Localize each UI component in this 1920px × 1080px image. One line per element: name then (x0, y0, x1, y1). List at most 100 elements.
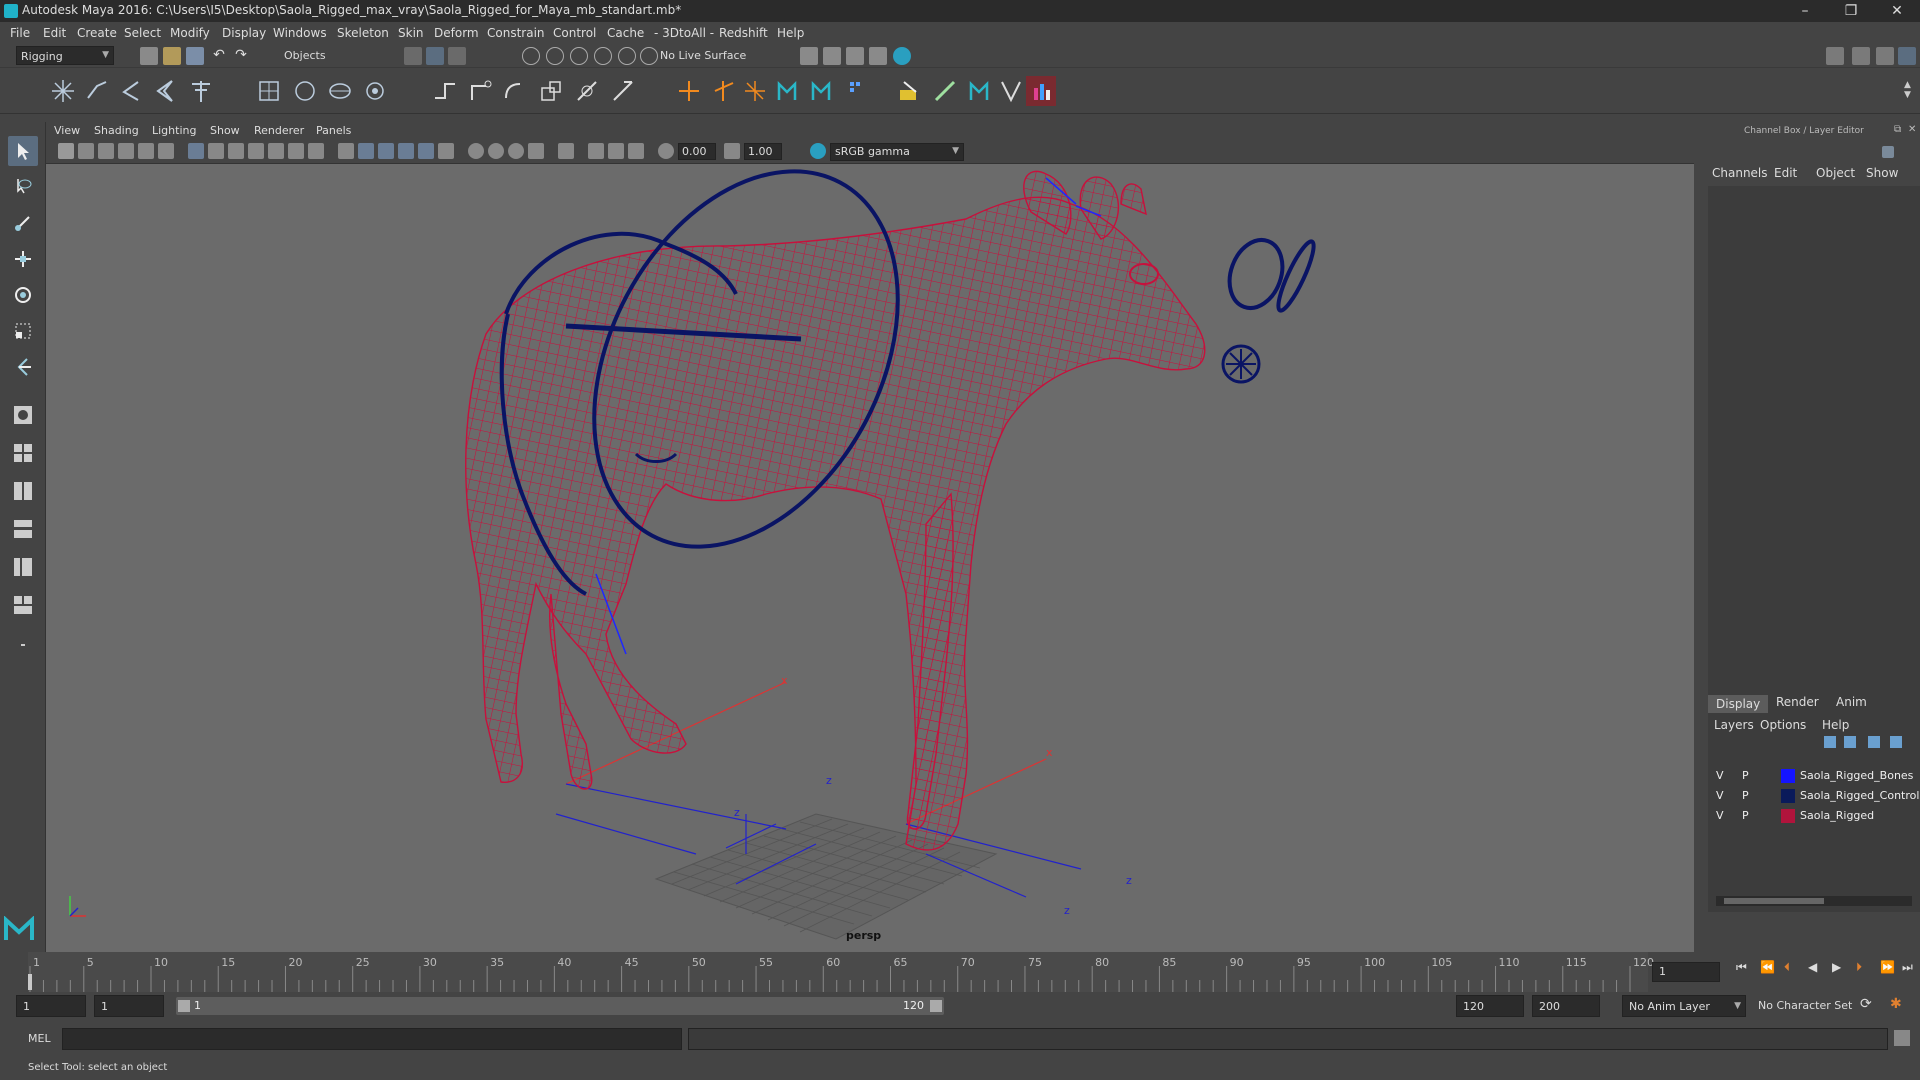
close-panel-icon[interactable]: ✕ (1908, 124, 1916, 135)
paint-select-icon[interactable] (8, 208, 38, 238)
select-by-object-type-icon[interactable] (426, 47, 444, 65)
undo-icon[interactable]: ↶ (210, 47, 228, 65)
minimize-button[interactable]: – (1790, 1, 1820, 21)
xray-icon[interactable] (588, 143, 604, 159)
move-tool-icon[interactable] (8, 244, 38, 274)
blend-shape-icon[interactable] (996, 76, 1026, 106)
menu-modify[interactable]: Modify (170, 26, 210, 40)
rotate-tool-icon[interactable] (8, 280, 38, 310)
time-ruler[interactable]: 1 5 10 15 20 25 30 35 40 45 50 55 60 65 70 75 80 85 90 95 10… (28, 952, 1654, 992)
ambient-occlusion-icon[interactable] (468, 143, 484, 159)
menu-set-dropdown[interactable]: Rigging ▼ (16, 46, 114, 65)
snap-to-view-plane-icon[interactable] (594, 47, 612, 65)
orient-constraint-icon[interactable] (500, 76, 530, 106)
layer-row[interactable]: V P Saola_Rigged_Bones (1708, 766, 1920, 786)
snap-to-curve-icon[interactable] (546, 47, 564, 65)
channel-menu-channels[interactable]: Channels (1712, 166, 1768, 180)
step-back-frame-icon[interactable]: ⏴ (1784, 960, 1790, 975)
menu-create[interactable]: Create (77, 26, 117, 40)
cluster-handle-icon[interactable] (740, 76, 770, 106)
float-panel-icon[interactable]: ⧉ (1894, 124, 1901, 135)
move-layer-down-icon[interactable] (1844, 736, 1856, 748)
resolution-gate-icon[interactable] (228, 143, 244, 159)
layer-menu-layers[interactable]: Layers (1714, 718, 1754, 732)
layer-playback-toggle[interactable]: P (1742, 809, 1749, 822)
parent-constraint-icon[interactable] (430, 76, 460, 106)
new-scene-icon[interactable] (140, 47, 158, 65)
camera-attributes-icon[interactable] (78, 143, 94, 159)
hik-character-icon[interactable] (772, 76, 802, 106)
film-gate-icon[interactable] (208, 143, 224, 159)
layer-name[interactable]: Saola_Rigged (1800, 809, 1874, 822)
step-forward-key-icon[interactable]: ⏩ (1880, 960, 1895, 974)
grease-pencil-icon[interactable] (158, 143, 174, 159)
script-editor-icon[interactable] (1894, 1030, 1910, 1046)
new-layer-icon[interactable] (1868, 736, 1880, 748)
anim-layer-dropdown[interactable]: No Anim Layer ▼ (1622, 995, 1746, 1017)
menu-3dtoall[interactable]: - 3DtoAll - (654, 26, 714, 40)
channel-menu-show[interactable]: Show (1866, 166, 1898, 180)
smooth-shade-icon[interactable] (358, 143, 374, 159)
layer-row[interactable]: V P Saola_Rigged_Controls (1708, 786, 1920, 806)
ik-spline-icon[interactable] (150, 76, 180, 106)
range-slider-bar[interactable]: 1 120 (176, 997, 944, 1015)
go-to-start-icon[interactable]: ⏮ (1736, 960, 1747, 975)
hypershade-icon[interactable] (893, 47, 911, 65)
command-language-label[interactable]: MEL (28, 1032, 51, 1045)
channel-box-toggle-icon[interactable] (1898, 47, 1916, 65)
animation-end-field[interactable]: 200 (1532, 995, 1600, 1017)
hik-solver-icon[interactable] (964, 76, 994, 106)
play-forwards-icon[interactable]: ▶ (1832, 960, 1841, 974)
shadows-icon[interactable] (438, 143, 454, 159)
outliner-layout-icon[interactable] (8, 514, 38, 544)
ik-handle-icon[interactable] (116, 76, 146, 106)
layer-color-swatch[interactable] (1781, 769, 1795, 783)
character-set-dropdown[interactable]: No Character Set (1752, 995, 1872, 1017)
four-pane-layout-icon[interactable] (8, 438, 38, 468)
menu-windows[interactable]: Windows (273, 26, 327, 40)
layer-row[interactable]: V P Saola_Rigged (1708, 806, 1920, 826)
modeling-toolkit-icon[interactable] (1826, 47, 1844, 65)
menu-edit[interactable]: Edit (43, 26, 66, 40)
scrollbar-thumb[interactable] (1724, 898, 1824, 904)
exposure-icon[interactable] (658, 143, 674, 159)
step-forward-frame-icon[interactable]: ⏵ (1856, 960, 1862, 975)
render-current-frame-icon[interactable] (823, 47, 841, 65)
menu-skeleton[interactable]: Skeleton (337, 26, 389, 40)
depth-of-field-icon[interactable] (528, 143, 544, 159)
view-transform-dropdown[interactable]: sRGB gamma ▼ (830, 143, 964, 161)
current-time-indicator[interactable] (28, 974, 32, 990)
insert-joint-icon[interactable] (82, 76, 112, 106)
lasso-tool-icon[interactable] (8, 172, 38, 202)
bookmarks-icon[interactable] (98, 143, 114, 159)
close-button[interactable]: ✕ (1882, 1, 1912, 21)
detach-skin-icon[interactable] (290, 76, 320, 106)
motion-blur-icon[interactable] (488, 143, 504, 159)
new-layer-from-selected-icon[interactable] (1890, 736, 1902, 748)
redo-icon[interactable]: ↷ (232, 47, 250, 65)
xray-joints-icon[interactable] (608, 143, 624, 159)
2d-pan-zoom-icon[interactable] (138, 143, 154, 159)
channel-menu-edit[interactable]: Edit (1774, 166, 1797, 180)
layer-name[interactable]: Saola_Rigged_Controls (1800, 789, 1920, 802)
layer-menu-help[interactable]: Help (1822, 718, 1849, 732)
more-layouts-icon[interactable] (8, 630, 38, 660)
channel-menu-object[interactable]: Object (1816, 166, 1855, 180)
layer-visibility-toggle[interactable]: V (1716, 789, 1724, 802)
image-plane-icon[interactable] (118, 143, 134, 159)
snap-to-point-icon[interactable] (570, 47, 588, 65)
move-layer-up-icon[interactable] (1824, 736, 1836, 748)
cluster-icon[interactable] (360, 76, 390, 106)
gamma-icon[interactable] (724, 143, 740, 159)
playback-start-field[interactable]: 1 (94, 995, 164, 1017)
tool-settings-icon[interactable] (1876, 47, 1894, 65)
snap-to-surface-icon[interactable] (618, 47, 636, 65)
layer-playback-toggle[interactable]: P (1742, 789, 1749, 802)
select-by-hierarchy-icon[interactable] (404, 47, 422, 65)
panel-menu-shading[interactable]: Shading (94, 124, 139, 137)
xray-components-icon[interactable] (628, 143, 644, 159)
save-scene-icon[interactable] (186, 47, 204, 65)
range-start-handle[interactable] (178, 1000, 190, 1012)
channel-box-settings-icon[interactable] (1882, 146, 1894, 158)
aim-constraint-icon[interactable] (572, 76, 602, 106)
